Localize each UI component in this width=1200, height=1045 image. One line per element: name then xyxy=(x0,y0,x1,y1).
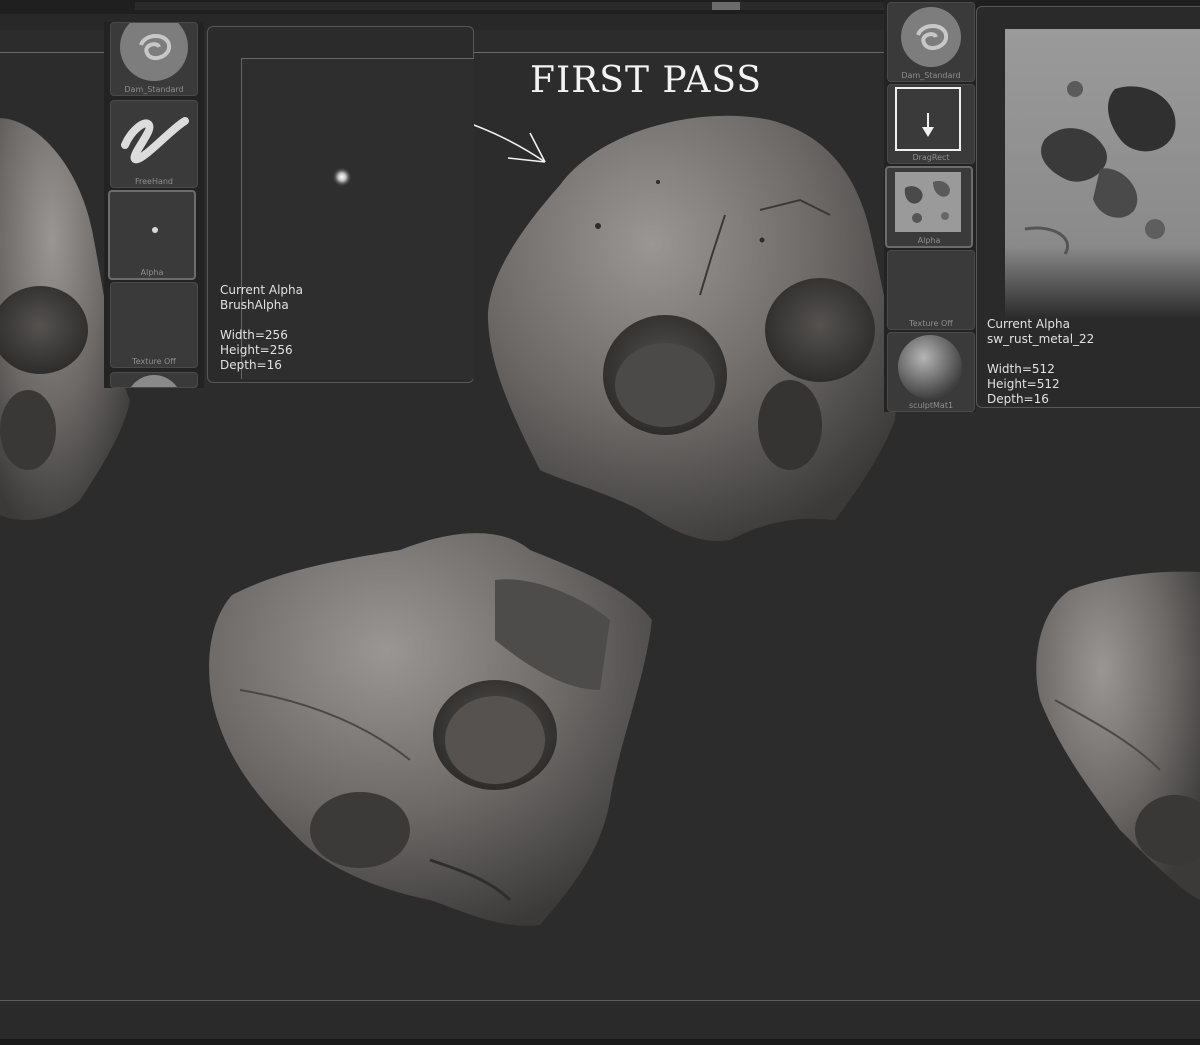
stroke-slot[interactable]: FreeHand xyxy=(110,100,198,188)
material-slot[interactable] xyxy=(110,372,198,388)
first-pass-label: FIRST PASS xyxy=(530,60,763,101)
slot-label: Texture Off xyxy=(132,357,176,366)
current-alpha-popup-right: Current Alpha sw_rust_metal_22 Width=512 H… xyxy=(976,6,1200,408)
bottom-strip xyxy=(0,1039,1200,1045)
alpha-heading: Current Alpha xyxy=(987,317,1071,331)
slot-label: FreeHand xyxy=(134,177,174,186)
slot-label: Texture Off xyxy=(909,319,953,328)
skull-bottom xyxy=(209,533,652,926)
alpha-dot-icon xyxy=(332,167,352,187)
alpha-name: BrushAlpha xyxy=(220,298,289,312)
slot-label: Alpha xyxy=(917,236,941,245)
alpha-width: Width=256 xyxy=(220,328,288,342)
dam-standard-brush-icon xyxy=(901,7,961,67)
alpha-depth: Depth=16 xyxy=(220,358,282,372)
alpha-slot[interactable]: Alpha xyxy=(885,166,973,248)
alpha-depth: Depth=16 xyxy=(987,392,1049,406)
texture-slot[interactable]: Texture Off xyxy=(887,250,975,330)
left-brush-palette: Dam_Standard FreeHand Alpha Texture Off xyxy=(104,22,204,388)
rust-alpha-thumbnail-icon xyxy=(895,172,961,232)
texture-slot[interactable]: Texture Off xyxy=(110,282,198,368)
current-alpha-popup-left: Current Alpha BrushAlpha Width=256 Height=… xyxy=(207,26,474,383)
alpha-slot[interactable]: Alpha xyxy=(108,190,196,280)
dragrect-stroke-icon xyxy=(895,87,961,151)
material-sphere-icon xyxy=(131,375,177,387)
alpha-height: Height=512 xyxy=(987,377,1060,391)
freehand-stroke-icon xyxy=(121,117,189,164)
rust-alpha-preview xyxy=(1005,29,1200,319)
alpha-info: Current Alpha BrushAlpha Width=256 Height=… xyxy=(220,283,303,373)
alpha-width: Width=512 xyxy=(987,362,1055,376)
dam-standard-brush-icon xyxy=(120,23,188,81)
skull-first-pass xyxy=(487,115,896,541)
brush-slot[interactable]: Dam_Standard xyxy=(110,22,198,96)
skull-right-partial xyxy=(1036,571,1200,900)
alpha-heading: Current Alpha xyxy=(220,283,304,297)
bottom-shelf xyxy=(0,1000,1200,1045)
stroke-slot[interactable]: DragRect xyxy=(887,84,975,164)
brush-slot[interactable]: Dam_Standard xyxy=(887,2,975,82)
material-sphere-icon xyxy=(898,335,962,399)
alpha-name: sw_rust_metal_22 xyxy=(987,332,1095,346)
alpha-height: Height=256 xyxy=(220,343,293,357)
alpha-dot-icon xyxy=(152,227,158,233)
slot-label: Dam_Standard xyxy=(124,85,184,94)
alpha-info: Current Alpha sw_rust_metal_22 Width=512 H… xyxy=(987,317,1094,407)
slot-label: sculptMat1 xyxy=(908,401,954,410)
slot-label: Dam_Standard xyxy=(901,71,961,80)
slot-label: DragRect xyxy=(912,153,950,162)
right-brush-palette: Dam_Standard DragRect Alpha Texture Off xyxy=(884,0,976,412)
material-slot[interactable]: sculptMat1 xyxy=(887,332,975,412)
slot-label: Alpha xyxy=(140,268,164,277)
